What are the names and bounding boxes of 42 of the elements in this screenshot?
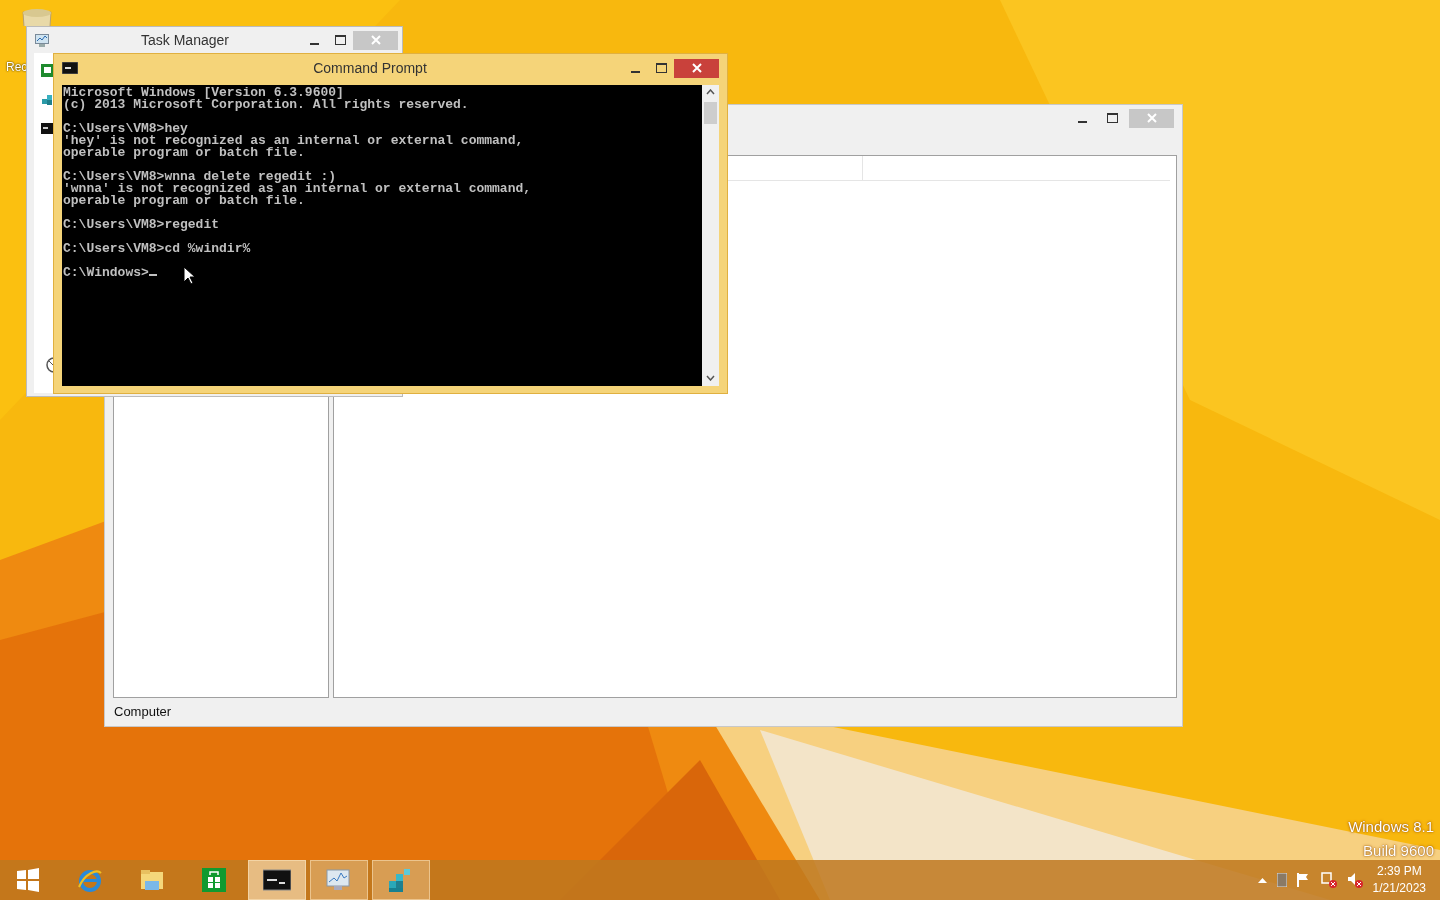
shopping-bag-icon xyxy=(201,867,229,893)
desktop-icon-label[interactable]: Rec xyxy=(6,58,28,76)
cubes-icon xyxy=(41,93,54,106)
window-title: Task Manager xyxy=(140,30,230,50)
console-line: C:\Users\VM8>hey xyxy=(63,121,188,136)
close-button[interactable] xyxy=(674,58,719,78)
monitor-icon xyxy=(35,33,49,47)
taskbar-button[interactable] xyxy=(248,860,306,900)
status-bar-text: Computer xyxy=(114,703,172,721)
window-title: Command Prompt xyxy=(312,58,428,78)
close-icon xyxy=(1146,113,1157,123)
network-error-icon[interactable] xyxy=(1320,872,1337,888)
minimize-icon xyxy=(309,43,319,45)
close-icon xyxy=(370,35,381,45)
console-line: C:\Users\VM8>cd %windir% xyxy=(63,241,251,256)
console-line: Microsoft Windows [Version 6.3.9600] xyxy=(63,85,344,100)
console-line: C:\Users\VM8>regedit xyxy=(63,217,220,232)
clock[interactable]: 2:39 PM 1/21/2023 xyxy=(1372,863,1426,897)
close-icon xyxy=(691,63,702,73)
text-cursor xyxy=(148,274,157,276)
console-icon xyxy=(62,62,78,74)
monitor-icon xyxy=(325,867,353,893)
tray-app-icon[interactable] xyxy=(1276,873,1287,887)
mouse-pointer-icon xyxy=(183,266,195,285)
minimize-icon xyxy=(1077,121,1087,123)
scroll-down-icon[interactable] xyxy=(706,375,715,381)
console-line: C:\Windows> xyxy=(63,265,149,280)
console-icon xyxy=(41,123,54,134)
console-line: C:\Users\VM8>wnna delete regedit :) xyxy=(63,169,337,184)
scroll-thumb[interactable] xyxy=(704,102,717,124)
minimize-icon xyxy=(630,71,640,73)
speaker-muted-icon[interactable] xyxy=(1346,872,1363,888)
maximize-icon xyxy=(1106,113,1118,123)
maximize-icon xyxy=(655,63,667,73)
flag-icon[interactable] xyxy=(1296,873,1311,887)
show-hidden-icons-icon[interactable] xyxy=(1257,877,1267,883)
version-text: Build 9600 xyxy=(1362,841,1434,861)
scrollbar[interactable] xyxy=(702,85,719,386)
scroll-up-icon[interactable] xyxy=(706,89,715,95)
console-icon xyxy=(263,867,291,893)
maximize-icon xyxy=(334,35,346,45)
version-text: Windows 8.1 xyxy=(1348,817,1434,837)
